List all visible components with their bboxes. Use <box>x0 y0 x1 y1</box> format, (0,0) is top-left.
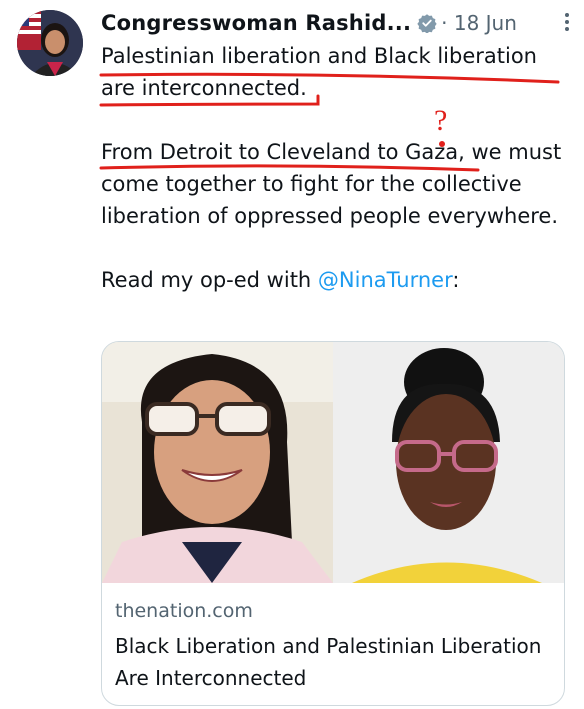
paragraph-3-suffix: : <box>452 268 460 292</box>
tweet-date[interactable]: · 18 Jun <box>441 11 517 35</box>
more-options-icon[interactable] <box>564 12 570 32</box>
paragraph-3-prefix: Read my op-ed with <box>101 268 318 292</box>
avatar[interactable] <box>17 10 83 76</box>
card-image <box>102 342 564 583</box>
mention-link[interactable]: @NinaTurner <box>318 268 452 292</box>
card-domain: thenation.com <box>115 600 253 622</box>
tweet-paragraph-2: From Detroit to Cleveland to Gaza, we mu… <box>101 140 562 228</box>
link-preview-card[interactable]: thenation.com Black Liberation and Pales… <box>101 341 565 706</box>
tweet-paragraph-3: Read my op-ed with @NinaTurner: <box>101 264 571 296</box>
author-name[interactable]: Congresswoman Rashid... <box>101 11 411 35</box>
verified-badge-icon <box>417 13 437 34</box>
avatar-photo <box>17 10 83 76</box>
tweet-header: Congresswoman Rashid... · 18 Jun <box>101 8 571 38</box>
card-title: Black Liberation and Palestinian Liberat… <box>115 634 542 690</box>
tweet-text: Palestinian liberation and Black liberat… <box>101 40 571 296</box>
tweet-paragraph-1: Palestinian liberation and Black liberat… <box>101 44 537 100</box>
